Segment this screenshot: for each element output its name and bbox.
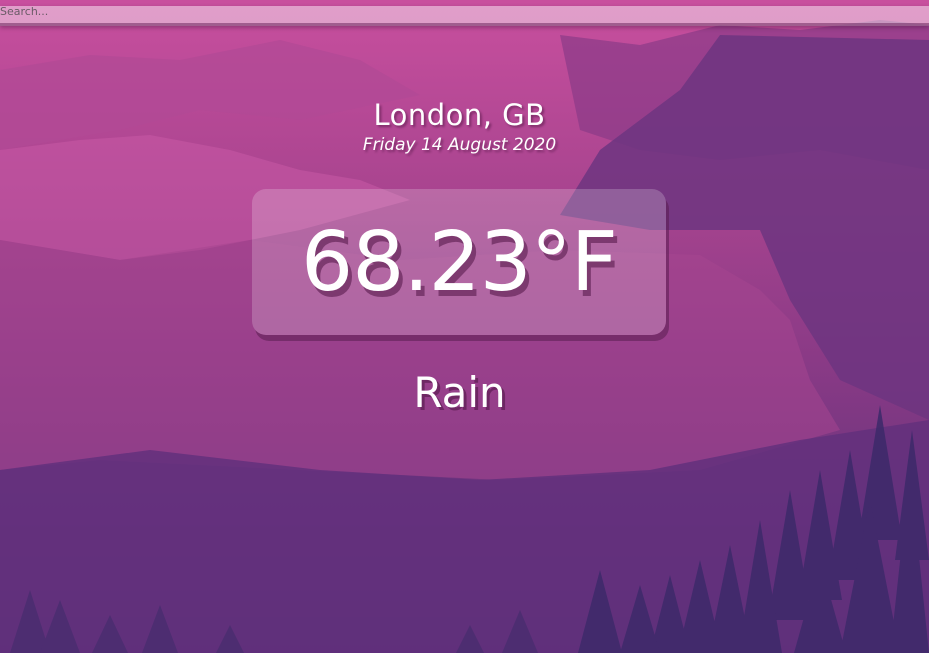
location-box: London, GB Friday 14 August 2020 xyxy=(0,96,919,156)
weather-condition: Rain xyxy=(413,368,506,417)
date-label: Friday 14 August 2020 xyxy=(362,135,557,155)
city-name: London, GB xyxy=(373,98,546,132)
search-bar xyxy=(0,0,929,26)
weather-app: London, GB Friday 14 August 2020 68.23°F… xyxy=(0,0,929,653)
temperature-value: 68.23°F xyxy=(301,214,618,310)
search-input[interactable] xyxy=(0,6,929,26)
temperature-box: 68.23°F xyxy=(252,189,666,335)
